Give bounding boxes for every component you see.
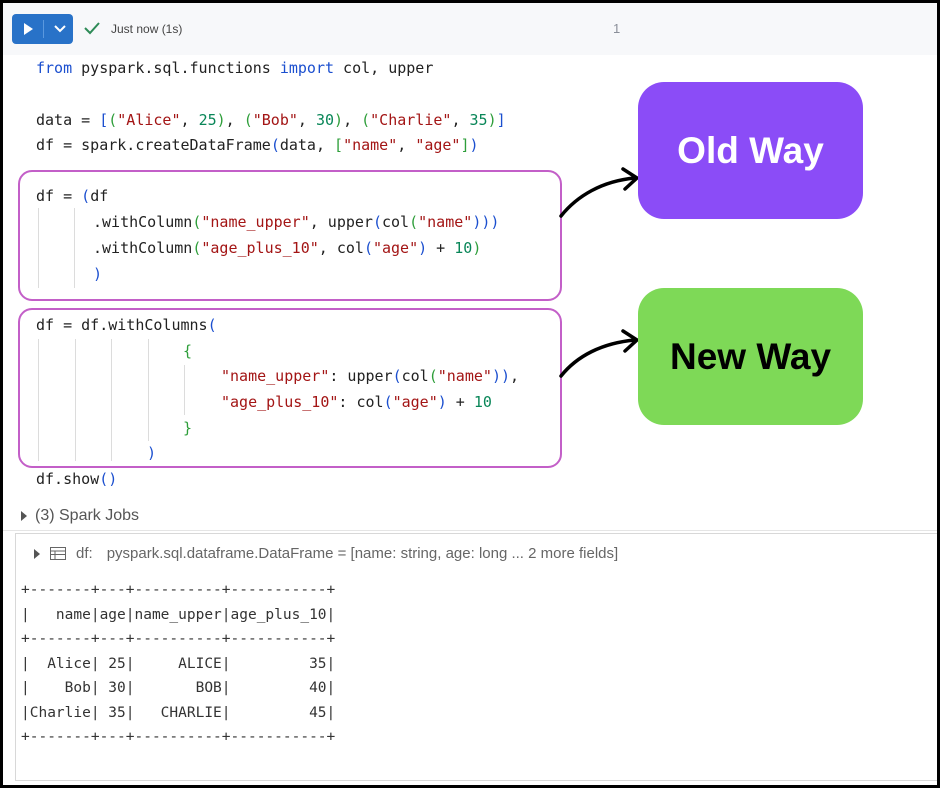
- old-way-label: Old Way: [638, 82, 863, 219]
- code-line-new-4: "age_plus_10": col("age") + 10: [221, 393, 492, 411]
- indent-guide: [74, 208, 75, 288]
- code-line-old-2: .withColumn("name_upper", upper(col("nam…: [93, 213, 500, 231]
- table-header: | name|age|name_upper|age_plus_10|: [21, 606, 336, 623]
- code-line-new-1: df = df.withColumns(: [36, 316, 217, 334]
- notebook-frame: Just now (1s) 1 from pyspark.sql.functio…: [0, 0, 940, 788]
- output-panel: df: pyspark.sql.dataframe.DataFrame = [n…: [15, 533, 937, 781]
- spark-jobs-toggle[interactable]: (3) Spark Jobs: [21, 507, 139, 525]
- indent-guide: [38, 208, 39, 288]
- run-status: Just now (1s): [111, 22, 183, 36]
- indent-guide: [111, 339, 112, 461]
- arrow-to-old-way-icon: [559, 167, 639, 218]
- expand-arrow-icon: [34, 548, 40, 559]
- table-row: | Bob| 30| BOB| 40|: [21, 680, 336, 696]
- arrow-to-new-way-icon: [559, 329, 639, 378]
- check-icon: [84, 22, 100, 35]
- divider: [3, 530, 937, 531]
- table-row: | Alice| 25| ALICE| 35|: [21, 655, 336, 672]
- code-line-new-3: "name_upper": upper(col("name")),: [221, 367, 520, 385]
- dataframe-schema-toggle[interactable]: df: pyspark.sql.dataframe.DataFrame = [n…: [34, 545, 618, 562]
- code-line-create: df = spark.createDataFrame(data, ["name"…: [36, 136, 479, 154]
- table-border: +-------+---+----------+-----------+: [21, 582, 336, 598]
- table-border: +-------+---+----------+-----------+: [21, 631, 336, 647]
- code-line-old-4: ): [93, 265, 103, 283]
- chevron-down-icon[interactable]: [53, 24, 67, 34]
- expand-arrow-icon: [21, 511, 27, 521]
- run-button-divider: [43, 20, 44, 38]
- code-line-new-6: ): [147, 444, 157, 462]
- table-border: +-------+---+----------+-----------+: [21, 729, 336, 745]
- show-output-table: +-------+---+----------+-----------+ | na…: [21, 578, 335, 750]
- indent-guide: [75, 339, 76, 461]
- code-line-import: from pyspark.sql.functions import col, u…: [36, 59, 434, 77]
- cell-toolbar: Just now (1s) 1: [3, 3, 937, 55]
- spark-jobs-label: (3) Spark Jobs: [35, 507, 140, 524]
- code-line-show: df.show(): [36, 470, 118, 488]
- code-line-new-5: }: [183, 419, 193, 437]
- table-icon: [50, 547, 66, 560]
- indent-guide: [38, 339, 39, 461]
- cell-number: 1: [613, 21, 621, 36]
- code-line-old-3: .withColumn("age_plus_10", col("age") + …: [93, 239, 482, 257]
- code-line-old-1: df = (df: [36, 187, 109, 205]
- code-line-data: data = [("Alice", 25), ("Bob", 30), ("Ch…: [36, 111, 506, 129]
- play-icon: [24, 23, 33, 35]
- dataframe-name: df:: [76, 545, 93, 562]
- indent-guide: [148, 339, 149, 441]
- indent-guide: [184, 365, 185, 415]
- new-way-label: New Way: [638, 288, 863, 425]
- dataframe-type: pyspark.sql.dataframe.DataFrame = [name:…: [106, 545, 619, 562]
- code-line-new-2: {: [183, 342, 193, 360]
- table-row: |Charlie| 35| CHARLIE| 45|: [21, 704, 336, 721]
- run-cell-button[interactable]: [12, 14, 73, 44]
